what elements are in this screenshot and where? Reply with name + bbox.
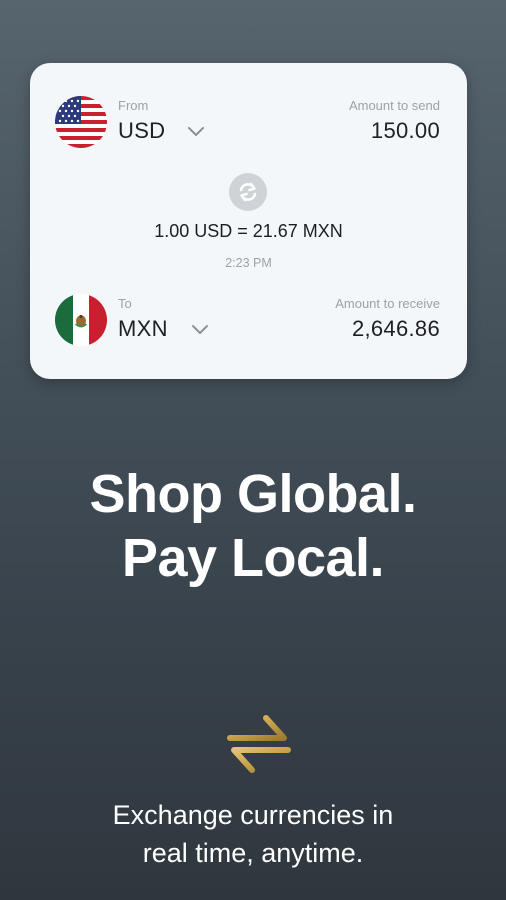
to-chevron-down-icon[interactable] bbox=[191, 324, 209, 336]
amount-to-receive-label: Amount to receive bbox=[335, 296, 440, 311]
from-currency-code[interactable]: USD bbox=[118, 118, 165, 144]
currency-converter-card: From USD Amount to send 150.00 1.00 USD … bbox=[30, 63, 467, 379]
swap-button[interactable] bbox=[229, 173, 267, 211]
tagline-line-1: Exchange currencies in bbox=[112, 800, 394, 830]
headline: Shop Global. Pay Local. bbox=[0, 462, 506, 590]
headline-line-2: Pay Local. bbox=[121, 528, 385, 588]
us-flag-icon bbox=[55, 96, 107, 148]
to-label: To bbox=[118, 296, 132, 311]
swap-icon bbox=[239, 182, 257, 202]
rate-timestamp: 2:23 PM bbox=[225, 256, 272, 270]
amount-to-receive-value: 2,646.86 bbox=[351, 316, 440, 341]
tagline: Exchange currencies in real time, anytim… bbox=[0, 796, 506, 872]
from-label: From bbox=[118, 98, 149, 113]
amount-to-send-value[interactable]: 150.00 bbox=[371, 118, 440, 144]
mx-flag-icon bbox=[55, 294, 107, 346]
exchange-arrows-icon bbox=[227, 715, 291, 773]
amount-to-send-label: Amount to send bbox=[348, 98, 440, 113]
from-chevron-down-icon[interactable] bbox=[187, 126, 205, 138]
tagline-line-2: real time, anytime. bbox=[142, 838, 364, 868]
to-currency-code[interactable]: MXN bbox=[118, 316, 168, 342]
exchange-rate: 1.00 USD = 21.67 MXN bbox=[154, 221, 343, 241]
headline-line-1: Shop Global. bbox=[89, 464, 418, 524]
